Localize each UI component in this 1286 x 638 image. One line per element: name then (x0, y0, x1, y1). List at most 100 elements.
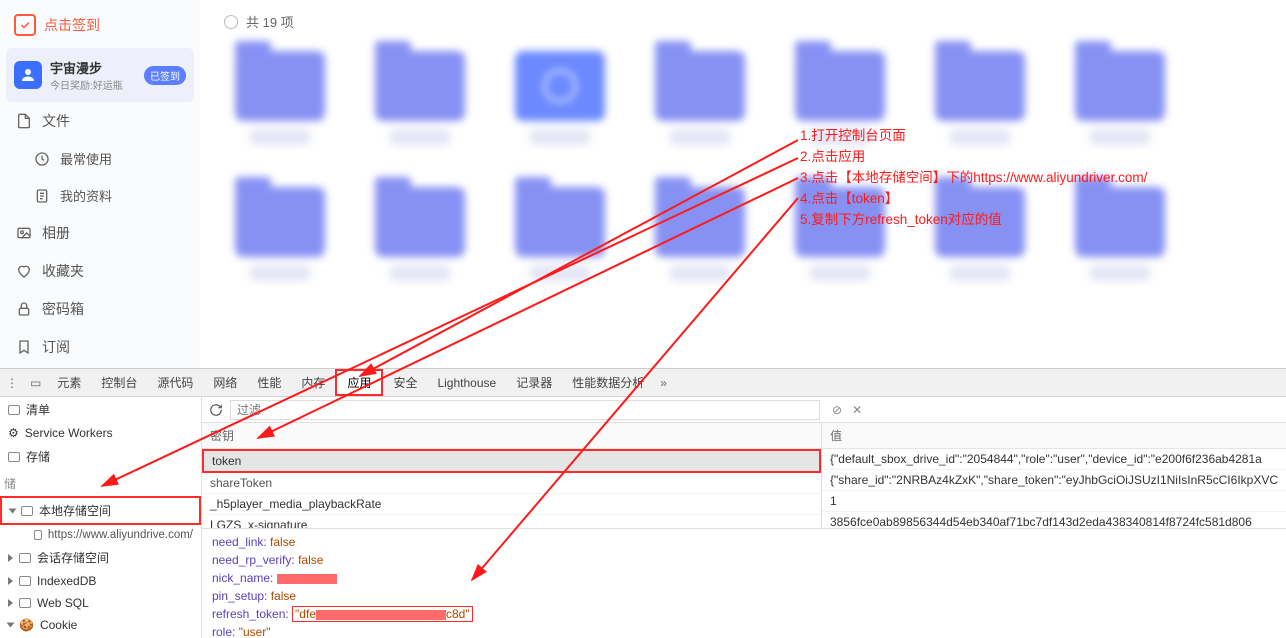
folder-item[interactable] (510, 187, 610, 307)
folder-item[interactable] (790, 51, 890, 171)
folder-item[interactable] (230, 51, 330, 171)
sidebar-item-label: 最常使用 (60, 149, 112, 168)
folder-item[interactable] (230, 187, 330, 307)
storage-key-row[interactable]: token (202, 449, 821, 473)
avatar (14, 61, 42, 89)
devtools-main: ⊘ ✕ 密钥 tokenshareToken_h5player_media_pla… (202, 397, 1286, 638)
storage-item[interactable]: 存储 (0, 444, 201, 469)
album-icon (16, 225, 32, 241)
folder-item[interactable] (1070, 187, 1170, 307)
chevron-right-icon (8, 554, 13, 562)
devtools-tab-控制台[interactable]: 控制台 (91, 369, 147, 396)
clear-icon[interactable]: ⊘ (832, 403, 842, 417)
devtools-menu-icon[interactable]: ⋮ (0, 376, 24, 390)
filter-input[interactable] (230, 400, 820, 420)
folder-item[interactable] (370, 187, 470, 307)
storage-val-row[interactable]: 1 (822, 491, 1286, 512)
bookmark-icon (16, 339, 32, 355)
devtools-tab-记录器[interactable]: 记录器 (506, 369, 562, 396)
user-block[interactable]: 宇宙漫步 今日奖励:好运瓶 已签到 (6, 48, 194, 102)
signed-badge: 已签到 (144, 66, 186, 85)
storage-header: 储 (0, 469, 201, 496)
sidebar-item-label: 收藏夹 (42, 261, 84, 281)
close-icon[interactable]: ✕ (852, 403, 862, 417)
file-icon (16, 113, 32, 129)
lock-icon (16, 301, 32, 317)
storage-key-row[interactable]: shareToken (202, 473, 821, 494)
db-icon (21, 506, 33, 516)
cookie-item[interactable]: 🍪Cookie (0, 614, 201, 636)
sidebar-item-4[interactable]: 收藏夹 (6, 252, 194, 290)
db-icon (8, 452, 20, 462)
service-workers-item[interactable]: ⚙Service Workers (0, 422, 201, 444)
sidebar-item-3[interactable]: 相册 (6, 214, 194, 252)
sidebar-item-0[interactable]: 文件 (6, 102, 194, 140)
refresh-token-value[interactable]: "dfec8d" (292, 606, 473, 622)
db-icon (34, 530, 42, 540)
storage-val-row[interactable]: {"share_id":"2NRBAz4kZxK","share_token":… (822, 470, 1286, 491)
chevron-down-icon (7, 623, 15, 628)
storage-key-row[interactable]: _h5player_media_playbackRate (202, 494, 821, 515)
sidebar-item-label: 文件 (42, 111, 70, 131)
devtools-sidebar: 清单 ⚙Service Workers 存储 储 本地存储空间 https://… (0, 397, 202, 638)
refresh-icon[interactable] (208, 402, 224, 418)
sidebar-item-1[interactable]: 最常使用 (6, 140, 194, 177)
checkin-button[interactable]: 点击签到 (6, 8, 194, 42)
user-name: 宇宙漫步 (50, 58, 123, 77)
gear-icon: ⚙ (8, 426, 19, 440)
doc-icon (34, 188, 50, 204)
devtools-panel: ⋮ ▭ 元素控制台源代码网络性能内存应用安全Lighthouse记录器性能数据分… (0, 368, 1286, 638)
chevron-right-icon (8, 599, 13, 607)
devtools-select-icon[interactable]: ▭ (24, 376, 47, 390)
db-icon (19, 598, 31, 608)
devtools-tab-内存[interactable]: 内存 (291, 369, 335, 396)
sidebar-item-2[interactable]: 我的资料 (6, 177, 194, 214)
devtools-overflow-icon[interactable]: » (654, 376, 673, 390)
folder-item[interactable] (650, 51, 750, 171)
devtools-tab-网络[interactable]: 网络 (203, 369, 247, 396)
devtools-tab-性能数据分析[interactable]: 性能数据分析 (562, 369, 654, 396)
devtools-tab-性能[interactable]: 性能 (247, 369, 291, 396)
sidebar-item-label: 订阅 (42, 337, 70, 357)
storage-val-row[interactable]: {"default_sbox_drive_id":"2054844","role… (822, 449, 1286, 470)
sidebar-item-5[interactable]: 密码箱 (6, 290, 194, 328)
websql-item[interactable]: Web SQL (0, 592, 201, 614)
folder-item[interactable] (370, 51, 470, 171)
folder-item[interactable] (510, 51, 610, 171)
folder-item[interactable] (1070, 51, 1170, 171)
local-storage-item[interactable]: 本地存储空间 (0, 496, 201, 525)
val-header: 值 (822, 423, 1286, 449)
devtools-tab-Lighthouse[interactable]: Lighthouse (427, 369, 506, 396)
cookie-icon: 🍪 (19, 618, 34, 632)
devtools-tab-安全[interactable]: 安全 (383, 369, 427, 396)
checkin-label: 点击签到 (44, 15, 100, 35)
folder-item[interactable] (930, 187, 1030, 307)
session-storage-item[interactable]: 会话存储空间 (0, 545, 201, 570)
key-header: 密钥 (202, 423, 821, 449)
db-icon (19, 576, 31, 586)
redacted (316, 610, 446, 620)
doc-icon (8, 405, 20, 415)
heart-icon (16, 263, 32, 279)
folder-item[interactable] (650, 187, 750, 307)
manifest-item[interactable]: 清单 (0, 397, 201, 422)
db-icon (19, 553, 31, 563)
select-all-circle[interactable] (224, 15, 238, 29)
devtools-tab-源代码[interactable]: 源代码 (147, 369, 203, 396)
folder-item[interactable] (790, 187, 890, 307)
folder-item[interactable] (930, 51, 1030, 171)
sidebar-item-label: 密码箱 (42, 299, 84, 319)
sidebar-item-6[interactable]: 订阅 (6, 328, 194, 366)
chevron-right-icon (8, 577, 13, 585)
sidebar-item-label: 我的资料 (60, 186, 112, 205)
indexeddb-item[interactable]: IndexedDB (0, 570, 201, 592)
chevron-down-icon (9, 508, 17, 513)
content-area: 共 19 项 (200, 0, 1286, 368)
local-storage-url-item[interactable]: https://www.aliyundrive.com/ (0, 525, 201, 545)
clock-icon (34, 151, 50, 167)
folder-grid (218, 33, 1268, 327)
item-count: 共 19 项 (246, 12, 294, 31)
sidebar-item-label: 相册 (42, 223, 70, 243)
devtools-tab-元素[interactable]: 元素 (47, 369, 91, 396)
devtools-tab-应用[interactable]: 应用 (335, 369, 383, 396)
